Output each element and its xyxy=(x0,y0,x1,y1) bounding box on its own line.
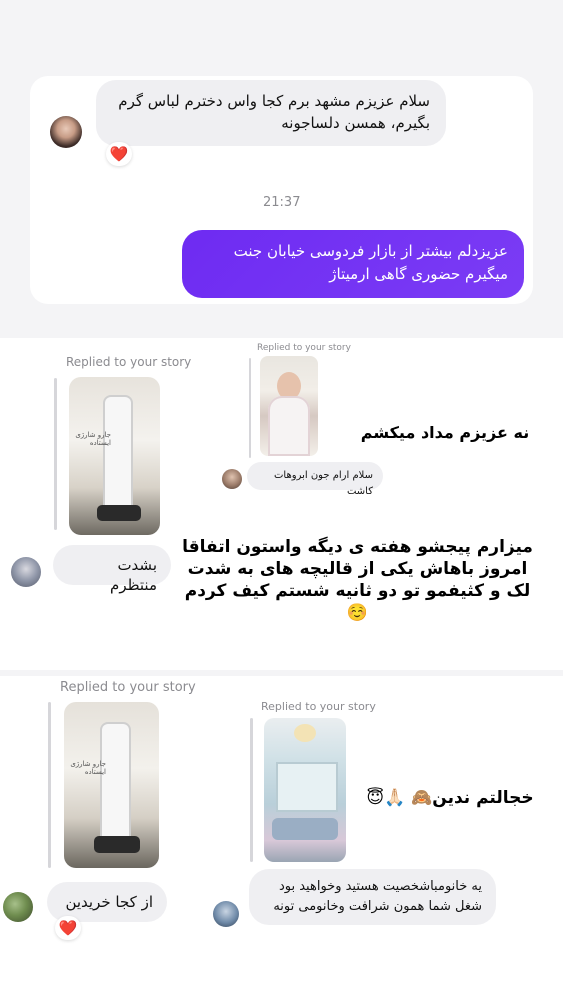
reply-divider xyxy=(250,718,253,862)
replied-to-story-label: Replied to your story xyxy=(261,700,376,713)
incoming-message-text: سلام عزیزم مشهد برم کجا واس دخترم لباس گ… xyxy=(118,92,430,132)
reply-divider xyxy=(54,378,57,530)
replied-to-story-label: Replied to your story xyxy=(257,343,351,353)
heart-reaction[interactable]: ❤️ xyxy=(55,916,81,940)
heart-icon: ❤️ xyxy=(109,145,129,163)
story-caption: جارو شارژی ایستاده xyxy=(70,760,106,776)
story-reply-message-text: از کجا خریدین xyxy=(65,893,153,911)
sender-avatar[interactable] xyxy=(213,901,239,927)
sender-avatar[interactable] xyxy=(222,469,242,489)
story-reply-message-text: یه خانومباشخصیت هستید وخواهید بود شغل شم… xyxy=(273,879,482,914)
replied-to-story-label: Replied to your story xyxy=(66,355,192,369)
sender-avatar[interactable] xyxy=(3,892,33,922)
room-sofa xyxy=(272,818,338,840)
story-thumbnail-vacuum[interactable]: جارو شارژی ایستاده xyxy=(64,702,159,868)
vacuum-base xyxy=(97,505,141,521)
portrait-scarf xyxy=(268,396,310,456)
story-reply-message-bubble[interactable]: یه خانومباشخصیت هستید وخواهید بود شغل شم… xyxy=(249,869,496,925)
heart-reaction[interactable]: ❤️ xyxy=(106,142,132,166)
message-timestamp: 21:37 xyxy=(263,195,301,210)
story-thumbnail-room[interactable] xyxy=(264,718,346,862)
story-reply-message-bubble[interactable]: سلام ارام جون ابروهات کاشت xyxy=(247,462,383,497)
story-reply-message-text: بشدت منتظرم xyxy=(110,556,157,594)
outgoing-message-text: عزیزدلم بیشتر از بازار فردوسی خیابان جنت… xyxy=(233,242,508,283)
outgoing-message-bubble[interactable]: عزیزدلم بیشتر از بازار فردوسی خیابان جنت… xyxy=(182,230,524,298)
vacuum-graphic xyxy=(102,724,129,848)
story-thumbnail-portrait[interactable] xyxy=(260,356,318,456)
sender-avatar[interactable] xyxy=(50,116,82,148)
story-reply-message-bubble[interactable]: بشدت منتظرم xyxy=(53,545,171,594)
reply-divider xyxy=(48,702,51,868)
vacuum-graphic xyxy=(105,397,131,517)
story-overlay-text: خجالتم ندین🙈 🙏🏻😇 xyxy=(366,788,534,808)
reply-divider xyxy=(249,358,251,458)
room-window xyxy=(276,762,338,812)
incoming-message-bubble[interactable]: سلام عزیزم مشهد برم کجا واس دخترم لباس گ… xyxy=(96,80,446,146)
replied-to-story-label: Replied to your story xyxy=(60,680,196,695)
story-overlay-text: میزارم پیجشو هفته ی دیگه واستون اتفاقا ا… xyxy=(182,537,533,623)
sender-avatar[interactable] xyxy=(11,557,41,587)
chandelier xyxy=(294,724,316,742)
heart-icon: ❤️ xyxy=(58,919,78,937)
story-overlay-text: نه عزیزم مداد میکشم xyxy=(360,423,530,442)
story-caption: جارو شارژی ایستاده xyxy=(75,431,111,447)
vacuum-base xyxy=(94,836,140,853)
story-thumbnail-vacuum[interactable]: جارو شارژی ایستاده xyxy=(69,377,160,535)
